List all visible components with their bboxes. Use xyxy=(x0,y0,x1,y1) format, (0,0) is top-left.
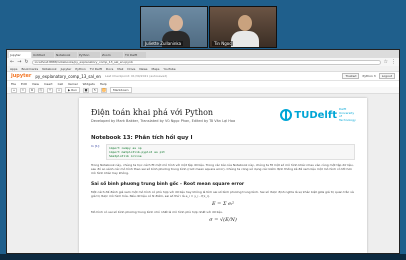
intro-paragraph: Trong Notebook này, chúng ta học cách fi… xyxy=(91,163,354,176)
tudelft-flame-icon xyxy=(280,109,293,121)
logo-text: TUDelft xyxy=(294,109,337,121)
section-title: Notebook 13: Phân tích hồi quy I xyxy=(91,135,193,141)
bookmark-item[interactable]: Apps xyxy=(10,67,17,71)
reload-icon[interactable]: ↻ xyxy=(24,59,28,65)
menu-edit[interactable]: Edit xyxy=(21,82,27,86)
tudelft-logo: TUDelft Delft University of Technology xyxy=(280,107,357,122)
menu-widgets[interactable]: Widgets xyxy=(83,82,95,86)
bookmark-item[interactable]: Bookmarks xyxy=(21,67,38,71)
browser-tab[interactable]: Jupyter xyxy=(9,52,31,58)
subsection-title: Sai số bình phương trung bình gốc - Root… xyxy=(91,181,245,187)
logout-button[interactable]: Logout xyxy=(378,73,395,79)
formula-sum-squares: E = Σ eᵢ² xyxy=(211,201,235,208)
address-bar-row: ← → ↻ localhost:8888/notebooks/py_explan… xyxy=(7,58,399,66)
forward-icon[interactable]: → xyxy=(17,59,21,65)
participant-head xyxy=(169,15,183,31)
star-icon[interactable]: ☆ xyxy=(384,59,388,65)
move-up-button[interactable]: ↑ xyxy=(47,87,53,93)
run-button[interactable]: ▶ Run xyxy=(65,87,81,93)
run-all-button[interactable]: ⏩ xyxy=(101,87,108,93)
bookmark-item[interactable]: Python xyxy=(75,67,85,71)
code-input[interactable]: import numpy as np import matplotlib.pyp… xyxy=(106,144,355,160)
participant-head xyxy=(238,15,252,31)
checkpoint-status: Last Checkpoint: 01/30/2021 (autosaved) xyxy=(104,74,168,78)
copy-cell-button[interactable]: ⧉ xyxy=(29,87,35,93)
code-cell[interactable]: In [1]: import numpy as np import matplo… xyxy=(91,144,355,160)
menu-kernel[interactable]: Kernel xyxy=(68,82,77,86)
bookmark-item[interactable]: Maps xyxy=(151,67,159,71)
browser-tab-bar: Jupyter Untitled Notebook Python Zoom TU… xyxy=(7,50,399,58)
formula-rmse: σ = √(E/N) xyxy=(209,217,237,224)
code-line: %matplotlib inline xyxy=(109,154,142,158)
video-tile-participant-1[interactable]: Juliette Zullaninka xyxy=(140,6,208,48)
cell-prompt: In [1]: xyxy=(91,144,100,148)
bookmark-item[interactable]: Jupyter xyxy=(61,67,72,71)
jupyter-header: jupyter py_explanatory_comp_13_sal_en La… xyxy=(7,72,399,81)
menu-insert[interactable]: Insert xyxy=(44,82,53,86)
jupyter-toolbar: + ✂ ⧉ ⎘ ↑ ↓ ▶ Run ■ ↻ ⏩ Markdown xyxy=(7,87,399,94)
browser-tab[interactable]: Python xyxy=(78,52,100,58)
participant-body xyxy=(231,31,259,47)
trusted-indicator[interactable]: Trusted xyxy=(342,73,360,79)
restart-button[interactable]: ↻ xyxy=(92,87,99,93)
paste-cell-button[interactable]: ⎘ xyxy=(38,87,44,93)
participant-name: Tin Ngoc xyxy=(212,41,234,46)
desktop: Juliette Zullaninka Tin Ngoc Jupyter Unt… xyxy=(0,0,406,260)
menu-icon[interactable]: ⋮ xyxy=(391,59,396,65)
menu-file[interactable]: File xyxy=(11,82,16,86)
video-tile-participant-2[interactable]: Tin Ngoc xyxy=(209,6,277,48)
bookmark-item[interactable]: News xyxy=(139,67,147,71)
url-input[interactable]: localhost:8888/notebooks/py_explanatory_… xyxy=(31,59,381,65)
kernel-name: Python 3 xyxy=(362,74,376,78)
interrupt-button[interactable]: ■ xyxy=(83,87,90,93)
menu-cell[interactable]: Cell xyxy=(58,82,64,86)
bookmark-item[interactable]: TU Delft xyxy=(90,67,102,71)
rmse-paragraph-2: Mô hình có sai số bình phương trung bình… xyxy=(91,210,223,215)
browser-tab[interactable]: Notebook xyxy=(55,52,77,58)
move-down-button[interactable]: ↓ xyxy=(56,87,62,93)
notebook-scroll-area[interactable]: TUDelft Delft University of Technology Đ… xyxy=(7,94,399,253)
browser-tab[interactable]: TU Delft xyxy=(124,52,146,58)
notebook-page: TUDelft Delft University of Technology Đ… xyxy=(79,98,367,253)
menu-help[interactable]: Help xyxy=(100,82,107,86)
browser-tab[interactable]: Zoom xyxy=(101,52,123,58)
logo-subtitle: Delft University of Technology xyxy=(339,107,356,122)
back-icon[interactable]: ← xyxy=(10,59,14,65)
bookmark-item[interactable]: Drive xyxy=(127,67,135,71)
browser-tab[interactable]: Untitled xyxy=(32,52,54,58)
bookmark-item[interactable]: Docs xyxy=(106,67,113,71)
bookmark-item[interactable]: Mail xyxy=(117,67,123,71)
add-cell-button[interactable]: + xyxy=(11,87,17,93)
rmse-paragraph: Một cách để đánh giá xem một mô hình có … xyxy=(91,189,354,198)
cut-cell-button[interactable]: ✂ xyxy=(20,87,26,93)
cell-type-select[interactable]: Markdown xyxy=(110,87,132,93)
bookmark-item[interactable]: YouTube xyxy=(163,67,175,71)
browser-window: Jupyter Untitled Notebook Python Zoom TU… xyxy=(6,49,400,254)
participant-name: Juliette Zullaninka xyxy=(143,41,184,46)
jupyter-logo[interactable]: jupyter xyxy=(11,73,31,79)
notebook-name[interactable]: py_explanatory_comp_13_sal_en xyxy=(35,74,101,79)
bookmark-item[interactable]: Notebook xyxy=(42,67,56,71)
screen-bottom-edge xyxy=(0,254,406,260)
menu-view[interactable]: View xyxy=(32,82,39,86)
